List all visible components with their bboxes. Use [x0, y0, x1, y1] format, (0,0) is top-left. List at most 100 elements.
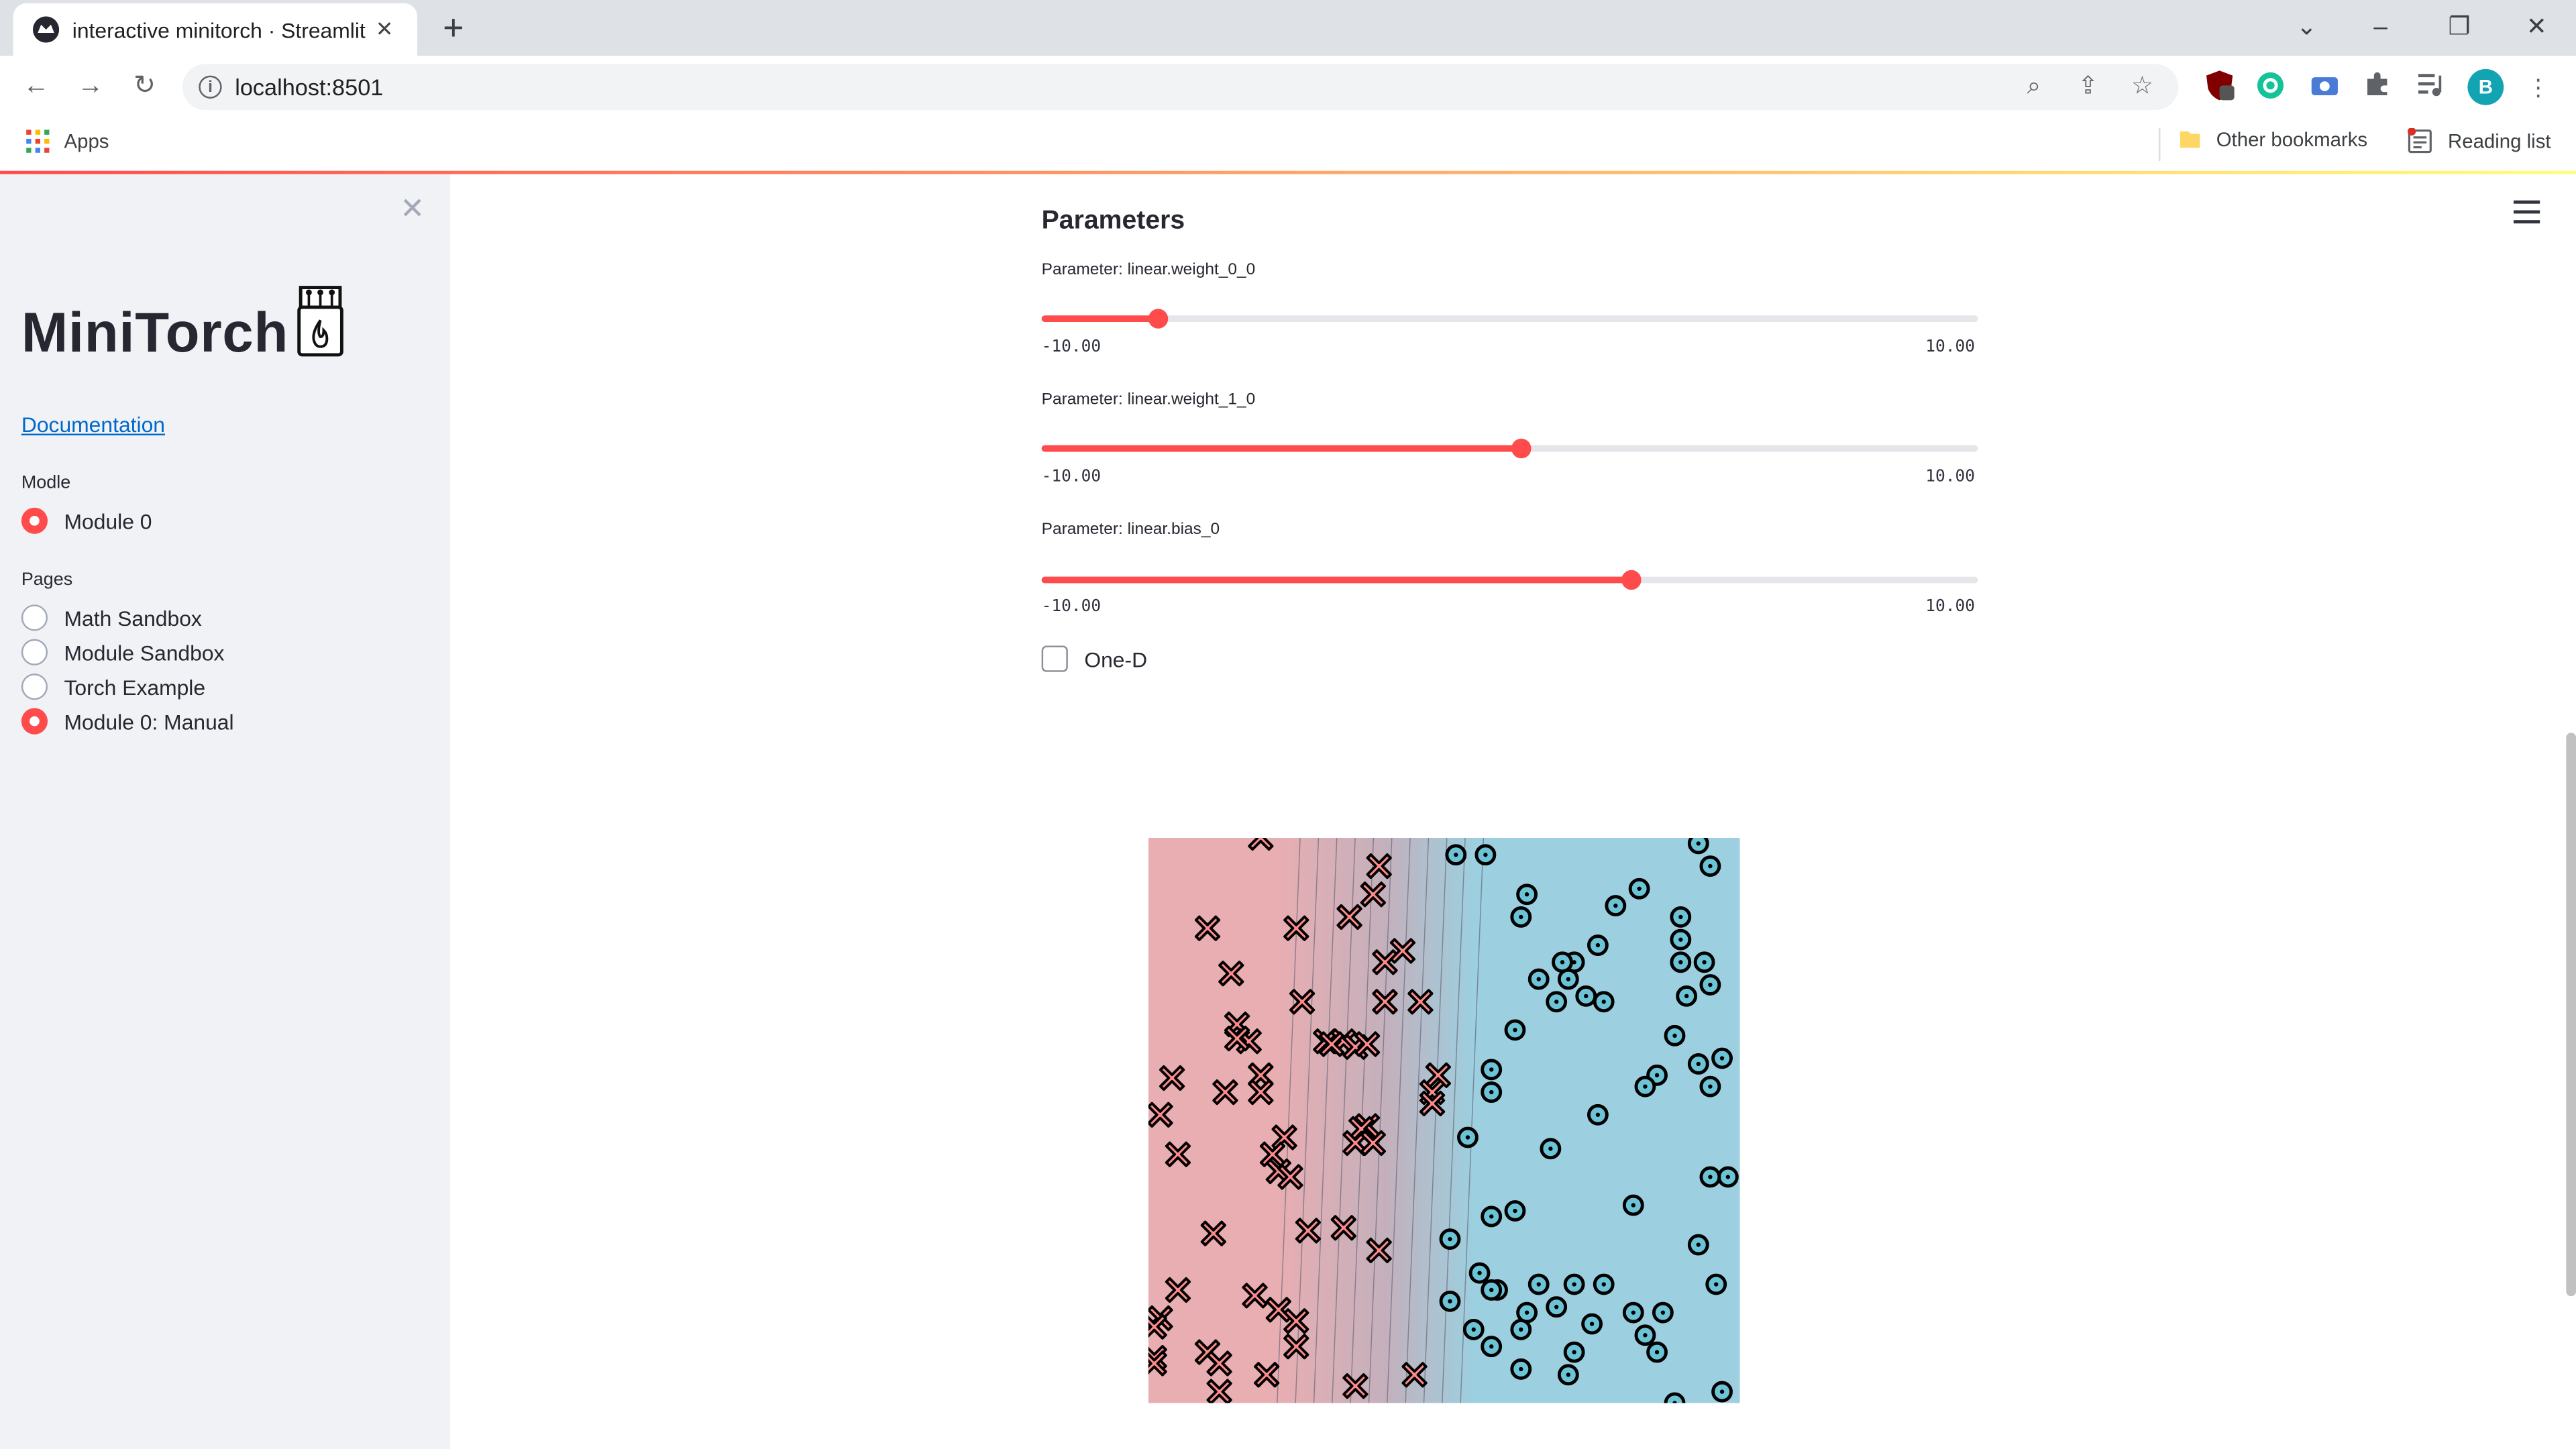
o-marker	[1510, 1358, 1532, 1380]
tab-title: interactive minitorch · Streamlit	[72, 17, 366, 42]
other-bookmarks[interactable]: Other bookmarks	[2178, 128, 2367, 151]
reading-list[interactable]: Reading list	[2407, 128, 2551, 154]
tab-search-icon[interactable]: ⌄	[2287, 8, 2326, 48]
slider-thumb[interactable]	[1621, 570, 1642, 590]
profile-avatar[interactable]: B	[2467, 68, 2504, 105]
new-tab-icon[interactable]: +	[434, 7, 474, 48]
site-info-icon[interactable]: i	[199, 75, 222, 99]
page-option-label: Math Sandbox	[64, 605, 202, 631]
o-marker	[1462, 1319, 1485, 1340]
o-marker	[1634, 1075, 1656, 1097]
o-marker	[1557, 968, 1579, 990]
address-bar[interactable]: i localhost:8501 ⌕ ⇪ ☆	[182, 64, 2179, 111]
slider-fill	[1041, 445, 1522, 452]
o-marker	[1474, 844, 1497, 866]
browser-window: interactive minitorch · Streamlit ✕ + ⌄ …	[0, 0, 2576, 1449]
media-control-icon[interactable]	[2412, 69, 2448, 105]
slider-min: -10.00	[1041, 598, 1102, 616]
o-marker	[1587, 934, 1609, 956]
slider-label-bias-0: Parameter: linear.bias_0	[1041, 521, 1220, 539]
o-marker	[1699, 974, 1721, 996]
slider-min: -10.00	[1041, 338, 1102, 357]
bookmark-star-icon[interactable]: ☆	[2125, 69, 2161, 105]
bookmarks-bar: Apps Other bookmarks Reading list	[0, 118, 2576, 171]
plot-background	[1148, 837, 1740, 1403]
o-marker	[1670, 951, 1692, 973]
o-marker	[1699, 1075, 1721, 1097]
o-marker	[1481, 1059, 1503, 1081]
slider-fill	[1041, 315, 1159, 323]
o-marker	[1439, 1290, 1461, 1312]
minimize-icon[interactable]: –	[2361, 8, 2400, 48]
page-option-module-sandbox[interactable]: Module Sandbox	[21, 639, 225, 665]
o-marker	[1563, 1341, 1585, 1363]
ublock-extension-icon[interactable]	[2202, 69, 2238, 105]
documentation-link[interactable]: Documentation	[21, 413, 165, 437]
url-text: localhost:8501	[235, 74, 384, 101]
slider-track-weight-1-0[interactable]	[1041, 438, 1978, 459]
grammarly-extension-icon[interactable]	[2253, 69, 2289, 105]
sidebar-close-icon[interactable]: ✕	[398, 194, 427, 223]
o-marker	[1540, 1138, 1562, 1160]
extensions-puzzle-icon[interactable]	[2359, 69, 2396, 105]
o-marker	[1504, 1200, 1526, 1222]
o-marker	[1527, 1273, 1550, 1295]
o-marker	[1593, 991, 1615, 1013]
restore-icon[interactable]: ❐	[2440, 8, 2479, 48]
o-marker	[1481, 1205, 1503, 1228]
o-marker	[1546, 991, 1568, 1013]
model-option-module-0[interactable]: Module 0	[21, 507, 152, 534]
o-marker	[1646, 1341, 1668, 1363]
o-marker	[1481, 1081, 1503, 1104]
slider-fill	[1041, 576, 1632, 584]
radio-unselected-icon	[21, 674, 48, 700]
page-option-module-0-manual[interactable]: Module 0: Manual	[21, 708, 234, 735]
page-option-label: Module Sandbox	[64, 639, 225, 665]
radio-selected-icon	[21, 507, 48, 534]
slider-thumb[interactable]	[1148, 309, 1169, 329]
slider-track-weight-0-0[interactable]	[1041, 309, 1978, 329]
o-marker	[1693, 951, 1715, 973]
o-marker	[1699, 1166, 1721, 1188]
slider-thumb[interactable]	[1511, 438, 1532, 459]
one-d-checkbox[interactable]: One-D	[1041, 645, 1147, 672]
close-window-icon[interactable]: ✕	[2517, 8, 2557, 48]
model-option-label: Module 0	[64, 508, 152, 533]
page-option-label: Torch Example	[64, 674, 206, 700]
o-marker	[1457, 1126, 1479, 1148]
o-marker	[1575, 985, 1597, 1007]
browser-menu-icon[interactable]: ⋮	[2520, 69, 2557, 105]
o-marker	[1664, 1392, 1686, 1403]
apps-grid-icon	[26, 129, 50, 153]
o-marker	[1510, 906, 1532, 928]
hamburger-menu-icon[interactable]	[2513, 200, 2540, 224]
o-marker	[1504, 1019, 1526, 1041]
forward-icon[interactable]: →	[72, 69, 109, 105]
zoom-icon[interactable]: ⌕	[2016, 69, 2052, 105]
tab-close-icon[interactable]: ✕	[371, 16, 397, 42]
browser-tab[interactable]: interactive minitorch · Streamlit ✕	[13, 3, 418, 56]
radio-selected-icon	[21, 708, 48, 735]
main-scrollbar[interactable]	[2566, 733, 2576, 1297]
o-marker	[1516, 883, 1538, 906]
o-marker	[1481, 1279, 1503, 1301]
o-marker	[1622, 1194, 1644, 1216]
share-icon[interactable]: ⇪	[2070, 69, 2106, 105]
slider-track-bias-0[interactable]	[1041, 570, 1978, 590]
back-icon[interactable]: ←	[18, 69, 54, 105]
pages-label: Pages	[21, 570, 73, 590]
camera-extension-icon[interactable]	[2306, 69, 2343, 105]
checkbox-box[interactable]	[1041, 645, 1068, 672]
o-marker	[1628, 877, 1650, 900]
decision-boundary-plot	[1148, 837, 1740, 1403]
apps-label: Apps	[64, 129, 109, 153]
page-option-torch-example[interactable]: Torch Example	[21, 674, 205, 700]
apps-bookmark[interactable]: Apps	[25, 128, 109, 154]
o-marker	[1593, 1273, 1615, 1295]
reload-icon[interactable]: ↻	[127, 69, 163, 105]
o-marker	[1711, 1381, 1733, 1403]
slider-max: 10.00	[1925, 598, 1975, 616]
page-option-math-sandbox[interactable]: Math Sandbox	[21, 604, 202, 631]
o-marker	[1705, 1273, 1727, 1295]
reading-list-icon	[2408, 128, 2432, 154]
